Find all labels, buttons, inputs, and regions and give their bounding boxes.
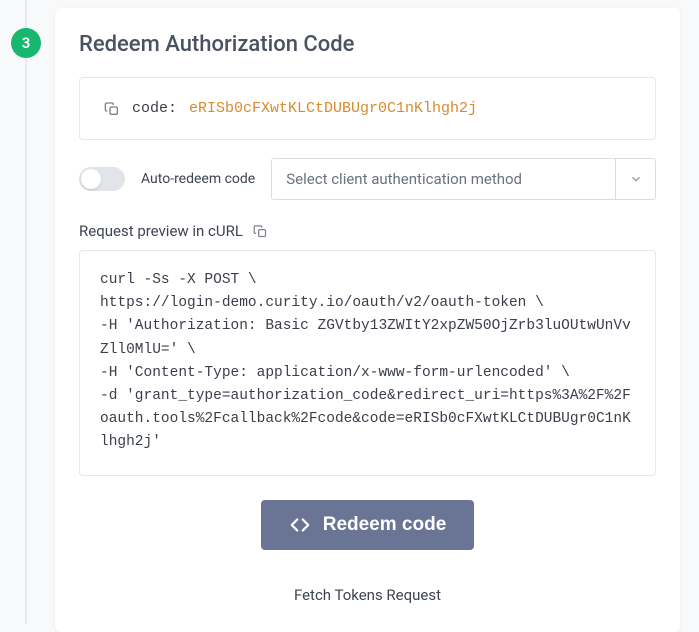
auto-redeem-toggle[interactable] (79, 167, 125, 191)
redeem-card: Redeem Authorization Code code: eRISb0cF… (55, 8, 680, 632)
toggle-knob (81, 169, 101, 189)
code-value: eRISb0cFXwtKLCtDUBUgr0C1nKlhgh2j (189, 100, 477, 117)
step-connector-line (25, 0, 27, 624)
curl-preview-label: Request preview in cURL (79, 222, 243, 240)
code-display-box: code: eRISb0cFXwtKLCtDUBUgr0C1nKlhgh2j (79, 77, 656, 140)
copy-curl-icon[interactable] (253, 224, 268, 239)
footer-label: Fetch Tokens Request (79, 586, 656, 604)
redeem-code-button[interactable]: Redeem code (261, 500, 475, 550)
code-brackets-icon (289, 514, 311, 536)
code-label: code: (132, 100, 177, 117)
card-title: Redeem Authorization Code (79, 32, 656, 57)
curl-preview-label-row: Request preview in cURL (79, 222, 656, 240)
auth-method-select[interactable]: Select client authentication method (271, 158, 656, 200)
chevron-down-icon (615, 159, 655, 199)
auth-method-placeholder: Select client authentication method (272, 159, 615, 199)
auto-redeem-label: Auto-redeem code (141, 171, 255, 187)
step-rail: 3 (0, 0, 42, 624)
copy-code-icon[interactable] (104, 101, 120, 117)
redeem-button-label: Redeem code (323, 514, 447, 536)
curl-preview-box: curl -Ss -X POST \ https://login-demo.cu… (79, 250, 656, 476)
controls-row: Auto-redeem code Select client authentic… (79, 158, 656, 200)
step-number-badge: 3 (11, 28, 41, 58)
